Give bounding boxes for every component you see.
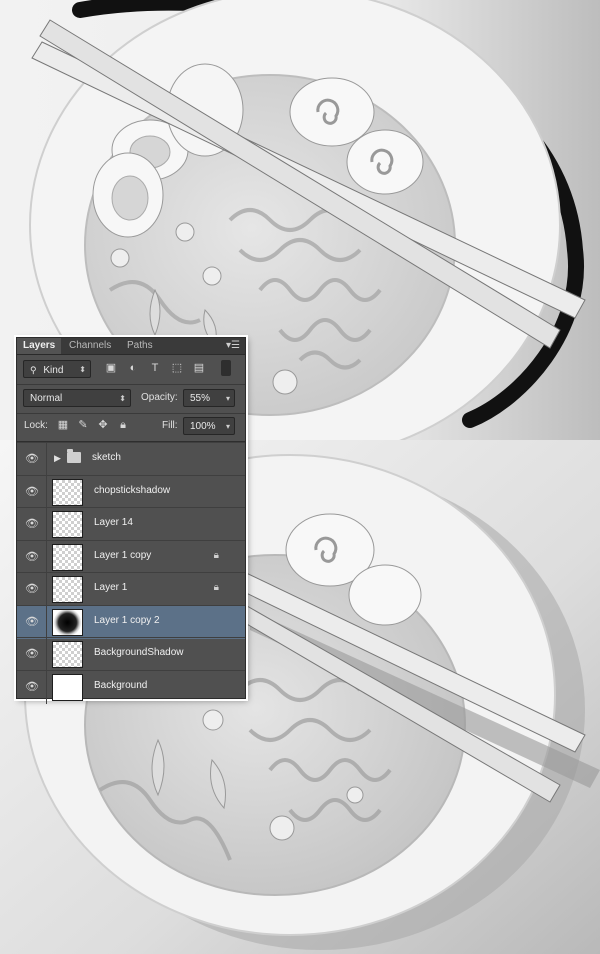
divider <box>46 443 47 476</box>
type-layer-filter-icon[interactable]: T <box>147 360 163 376</box>
layer-row[interactable]: 👁︎ BackgroundShadow <box>17 637 245 671</box>
lock-position-icon[interactable]: ✥ <box>95 417 111 433</box>
filter-row: ⚲ Kind ⬍ ▣ ◐ T ⬚ ▤ <box>17 360 245 380</box>
layer-row[interactable]: 👁︎ Layer 14 <box>17 507 245 541</box>
filter-kind-select[interactable]: ⚲ Kind ⬍ <box>23 360 91 378</box>
layer-thumbnail <box>52 478 83 506</box>
opacity-label: Opacity: <box>141 392 178 403</box>
divider <box>46 670 47 704</box>
layer-name: Layer 1 <box>94 582 128 593</box>
layers-panel: Layers Channels Paths ▾☰ ⚲ Kind ⬍ ▣ ◐ T … <box>16 337 246 704</box>
opacity-value: 55% <box>190 393 211 404</box>
blend-mode-value: Normal <box>30 393 63 404</box>
lock-image-pixels-icon[interactable]: ✎ <box>75 417 91 433</box>
layer-row[interactable]: 👁︎ Layer 1 copy 🔒︎ <box>17 539 245 574</box>
layer-thumbnail <box>52 576 83 603</box>
divider <box>46 605 47 639</box>
divider <box>46 638 47 671</box>
visibility-eye-icon[interactable]: 👁︎ <box>25 680 39 694</box>
layer-name: sketch <box>92 452 121 463</box>
folder-icon <box>67 449 81 463</box>
layer-thumbnail <box>52 608 83 636</box>
expand-triangle-icon[interactable]: ▶ <box>54 453 61 464</box>
divider <box>46 540 47 574</box>
layer-name: Layer 1 copy <box>94 549 152 561</box>
layer-row[interactable]: 👁︎ chopstickshadow <box>17 474 245 509</box>
blend-mode-select[interactable]: Normal ⬍ <box>23 389 131 407</box>
visibility-eye-icon[interactable]: 👁︎ <box>25 550 39 564</box>
search-icon: ⚲ <box>30 365 37 375</box>
layer-thumbnail <box>52 543 83 571</box>
layer-group-row[interactable]: 👁︎ ▶ sketch <box>17 442 245 476</box>
layer-name: BackgroundShadow <box>94 647 184 658</box>
tab-layers[interactable]: Layers <box>17 338 62 354</box>
layer-row[interactable]: 👁︎ Layer 1 🔒︎ <box>17 572 245 606</box>
lock-icon: 🔒︎ <box>213 549 219 561</box>
visibility-eye-icon[interactable]: 👁︎ <box>25 647 39 661</box>
opacity-field[interactable]: 55% ▾ <box>183 389 235 407</box>
layers-list: 👁︎ ▶ sketch 👁︎ chopstickshadow 👁︎ Layer 14 👁︎ La… <box>17 441 245 704</box>
visibility-eye-icon[interactable]: 👁︎ <box>25 517 39 531</box>
tab-channels[interactable]: Channels <box>63 338 117 354</box>
divider <box>17 384 245 385</box>
divider <box>46 573 47 606</box>
lock-all-icon[interactable]: 🔒︎ <box>115 417 131 433</box>
lock-transparent-pixels-icon[interactable]: ▦ <box>55 417 71 433</box>
divider <box>17 413 245 414</box>
chevron-down-icon: ▾ <box>225 394 230 403</box>
divider <box>46 508 47 541</box>
smart-object-filter-icon[interactable]: ▤ <box>191 360 207 376</box>
lock-icon: 🔒︎ <box>213 582 219 593</box>
layer-name: chopstickshadow <box>94 484 171 496</box>
layer-name: Layer 14 <box>94 517 133 528</box>
layer-thumbnail <box>52 673 83 701</box>
shape-layer-filter-icon[interactable]: ⬚ <box>169 360 185 376</box>
lock-label: Lock: <box>24 420 48 431</box>
pixel-layer-filter-icon[interactable]: ▣ <box>103 360 119 376</box>
filter-kind-label: Kind <box>43 365 64 376</box>
divider <box>46 475 47 509</box>
panel-tab-bar: Layers Channels Paths ▾☰ <box>17 338 245 355</box>
layer-thumbnail <box>52 641 83 668</box>
fill-value: 100% <box>190 421 216 432</box>
layer-thumbnail <box>52 511 83 538</box>
fill-label: Fill: <box>162 420 178 431</box>
visibility-eye-icon[interactable]: 👁︎ <box>25 452 39 466</box>
visibility-eye-icon[interactable]: 👁︎ <box>25 582 39 596</box>
lock-row: Lock: ▦ ✎ ✥ 🔒︎ Fill: 100% ▾ <box>17 417 245 437</box>
layer-row[interactable]: 👁︎ Layer 1 copy 2 <box>17 604 245 639</box>
blend-row: Normal ⬍ Opacity: 55% ▾ <box>17 389 245 409</box>
updown-arrow-icon: ⬍ <box>119 394 126 403</box>
layer-name: Background <box>94 679 148 691</box>
visibility-eye-icon[interactable]: 👁︎ <box>25 485 39 499</box>
layer-name: Layer 1 copy 2 <box>94 614 160 626</box>
layer-row[interactable]: 👁︎ Background <box>17 669 245 704</box>
panel-menu-icon[interactable]: ▾☰ <box>226 340 240 351</box>
updown-arrow-icon: ⬍ <box>79 365 86 374</box>
filter-toggle-icon[interactable] <box>221 360 231 376</box>
tab-paths[interactable]: Paths <box>121 338 159 354</box>
adjustment-layer-filter-icon[interactable]: ◐ <box>125 360 141 376</box>
chevron-down-icon: ▾ <box>225 422 230 431</box>
visibility-eye-icon[interactable]: 👁︎ <box>25 615 39 629</box>
fill-field[interactable]: 100% ▾ <box>183 417 235 435</box>
